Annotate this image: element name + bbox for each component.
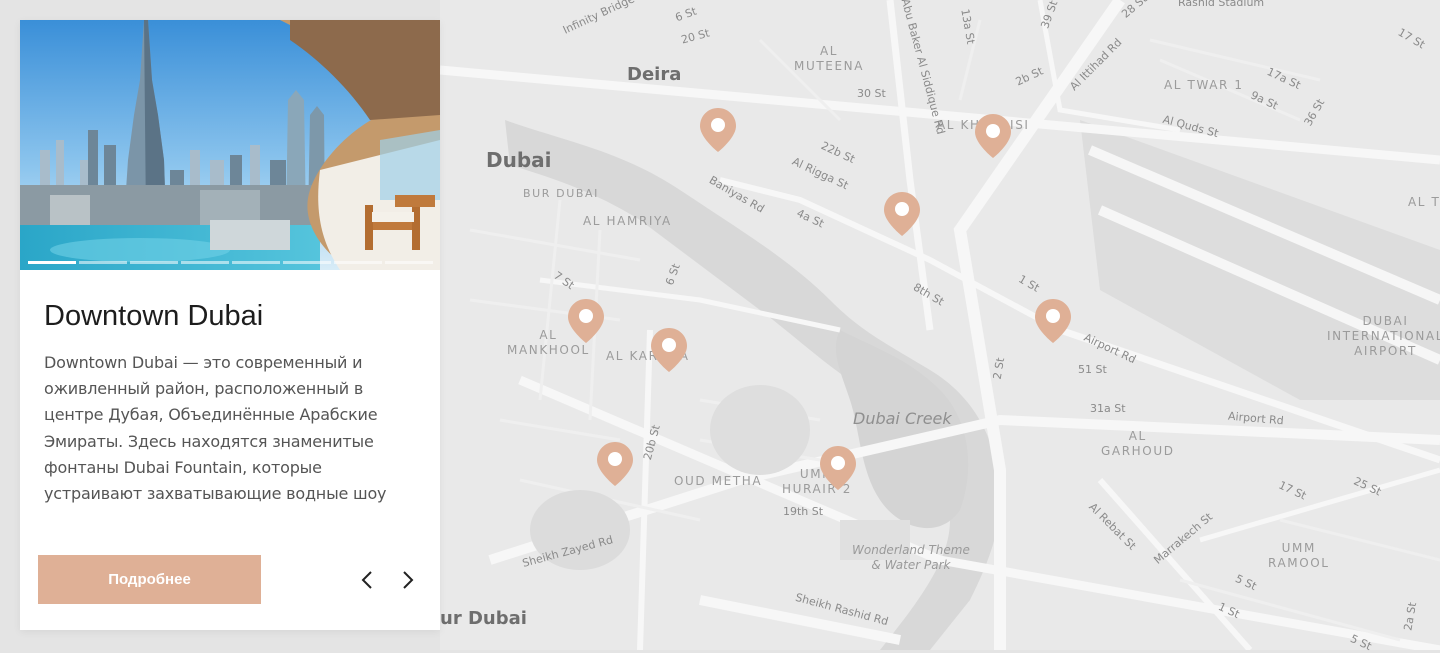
map-district-label: AL MUTEENA (794, 44, 865, 73)
slide-indicator[interactable] (79, 261, 127, 264)
location-photo[interactable] (20, 20, 440, 270)
map-pin-icon[interactable] (818, 444, 858, 492)
map-city-label: ur Dubai (440, 608, 527, 629)
downtown-dubai-photo (20, 20, 440, 270)
map-district-label: AL HAMRIYA (583, 214, 672, 228)
map-street-label: 19th St (783, 505, 824, 518)
location-description: Downtown Dubai — это современный и оживл… (44, 353, 387, 504)
map-street-label: 51 St (1078, 363, 1107, 376)
location-card: Downtown Dubai Downtown Dubai — это совр… (20, 20, 440, 630)
slide-indicator[interactable] (232, 261, 280, 264)
map-district-label: OUD METHA (674, 474, 763, 488)
map-city-label: Dubai (486, 148, 552, 172)
map-pin-icon[interactable] (973, 112, 1013, 160)
slide-indicator[interactable] (334, 261, 382, 264)
map-pin-icon[interactable] (698, 106, 738, 154)
map-pin-icon[interactable] (595, 440, 635, 488)
map-poi-label: Wonderland Theme & Water Park (852, 543, 970, 572)
map-pin-icon[interactable] (1033, 297, 1073, 345)
slide-indicator[interactable] (181, 261, 229, 264)
map-district-label: DUBAI INTERNATIONAL AIRPORT (1327, 314, 1440, 358)
map-district-label: UMM RAMOOL (1268, 541, 1330, 570)
chevron-right-icon[interactable] (394, 567, 420, 593)
location-title: Downtown Dubai (44, 300, 264, 332)
more-details-button[interactable]: Подробнее (38, 555, 261, 604)
map-district-label: AL TWAR 1 (1164, 78, 1244, 92)
chevron-left-icon[interactable] (355, 567, 381, 593)
map-street-label: 30 St (857, 87, 886, 100)
slide-indicator[interactable] (385, 261, 433, 264)
map-district-label: AL T (1408, 195, 1440, 209)
map-district-label: BUR DUBAI (523, 187, 599, 200)
slide-indicator[interactable] (283, 261, 331, 264)
map-city-label: Deira (627, 64, 682, 85)
map-street-label: 31a St (1090, 402, 1126, 415)
map-pin-icon[interactable] (649, 326, 689, 374)
map-water-label: Dubai Creek (853, 409, 952, 428)
map-pin-icon[interactable] (566, 297, 606, 345)
slide-indicator[interactable] (28, 261, 76, 264)
map-street-label: Rashid Stadium (1178, 0, 1265, 9)
slide-indicator[interactable] (130, 261, 178, 264)
slider-indicators[interactable] (28, 261, 433, 264)
map-pin-icon[interactable] (882, 190, 922, 238)
map-district-label: AL GARHOUD (1101, 429, 1175, 458)
